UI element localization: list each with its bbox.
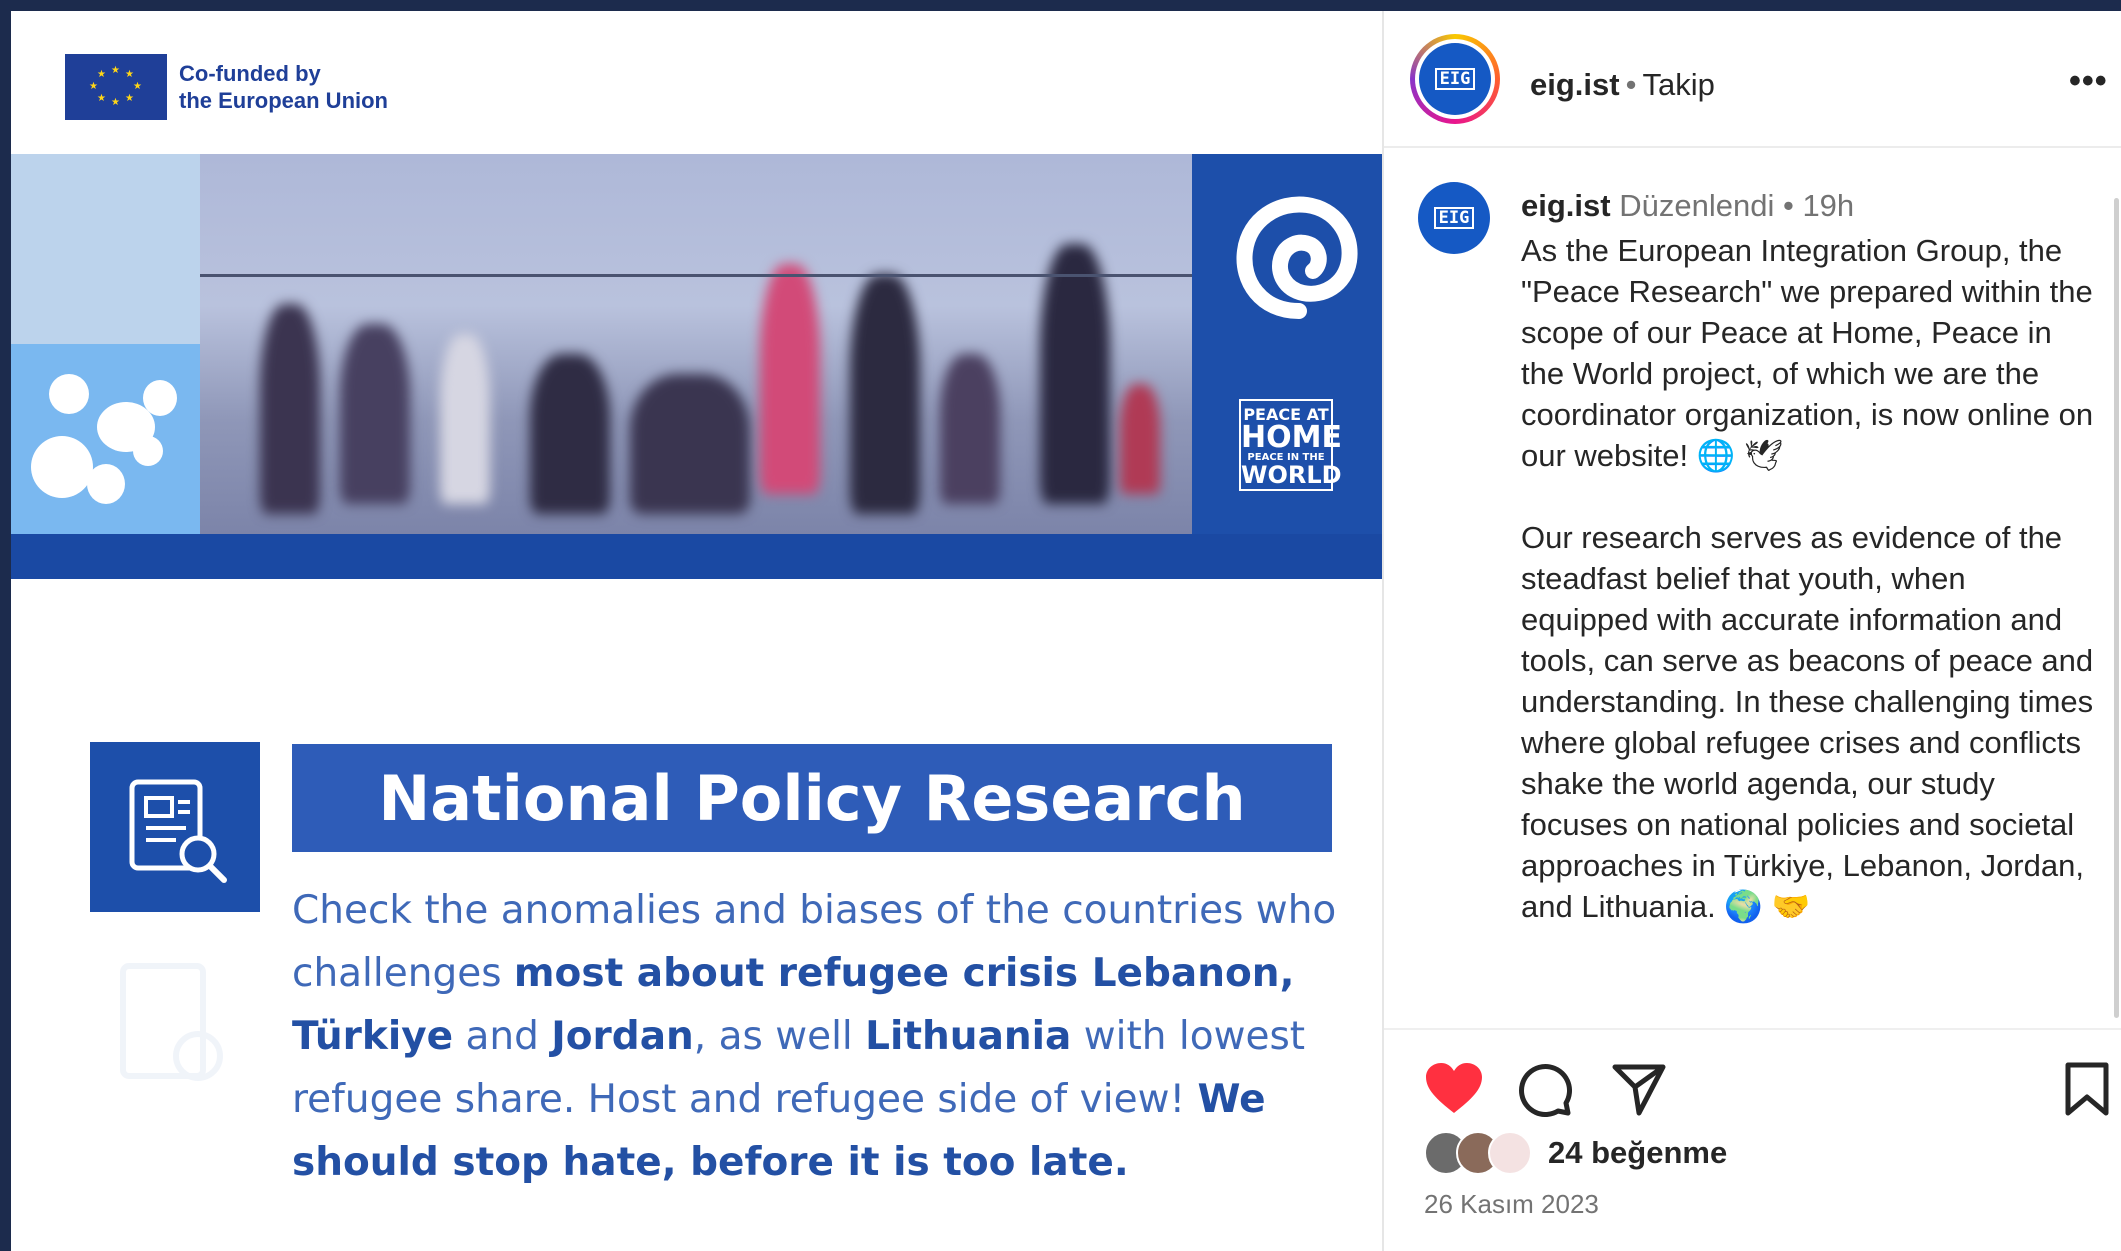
banner: PEACE AT HOME PEACE IN THE WORLD: [11, 154, 1382, 579]
story-ring[interactable]: EIG: [1410, 34, 1500, 124]
eu-logo-line1: Co-funded by: [179, 61, 321, 86]
comment-icon[interactable]: [1516, 1061, 1572, 1117]
spiral-logo-icon: [1236, 196, 1358, 319]
eu-flag-icon: ★ ★ ★ ★ ★ ★ ★ ★: [65, 54, 167, 120]
post-time[interactable]: 19h: [1802, 188, 1854, 223]
caption-scrollbar[interactable]: [2114, 198, 2119, 1018]
liker-avatar: [1488, 1131, 1532, 1175]
post-header: EIG eig.ist • Takip •••: [1384, 11, 2121, 148]
likes-summary[interactable]: 24 beğenme: [1424, 1131, 1727, 1175]
send-icon[interactable]: [1611, 1061, 1667, 1117]
post-sidebar: EIG eig.ist • Takip ••• EIG eig.ist Düzenl…: [1384, 11, 2121, 1251]
bubbles-graphic: [11, 344, 200, 534]
likes-count[interactable]: 24 beğenme: [1548, 1135, 1727, 1171]
caption-text: As the European Integration Group, the "…: [1521, 230, 2101, 968]
bookmark-icon[interactable]: [2064, 1061, 2110, 1117]
instagram-post-dialog: ★ ★ ★ ★ ★ ★ ★ ★ Co-funded by the Europea…: [11, 11, 2121, 1251]
caption-paragraph: Our research serves as evidence of the s…: [1521, 520, 2102, 924]
post-image-title: National Policy Research: [292, 744, 1332, 852]
refugee-photo: [200, 154, 1192, 534]
post-image-body-text: Check the anomalies and biases of the co…: [292, 888, 1337, 1185]
caption-avatar[interactable]: EIG: [1418, 182, 1490, 254]
caption-paragraph: As the European Integration Group, the "…: [1521, 233, 2102, 473]
header-username[interactable]: eig.ist: [1530, 67, 1620, 102]
post-date: 26 Kasım 2023: [1424, 1189, 1599, 1219]
document-watermark-icon: [120, 963, 223, 1081]
heart-icon[interactable]: [1424, 1061, 1484, 1117]
peace-at-home-logo: PEACE AT HOME PEACE IN THE WORLD: [1239, 399, 1342, 491]
eu-logo-line2: the European Union: [179, 88, 388, 113]
post-image[interactable]: ★ ★ ★ ★ ★ ★ ★ ★ Co-funded by the Europea…: [11, 11, 1382, 1251]
caption-username[interactable]: eig.ist: [1521, 188, 1611, 223]
avatar[interactable]: EIG: [1419, 43, 1491, 115]
caption-area: EIG eig.ist Düzenlendi • 19h As the Euro…: [1384, 148, 2121, 1028]
follow-button[interactable]: Takip: [1642, 67, 1714, 102]
barbed-wire: [200, 274, 1192, 277]
document-search-icon: [90, 742, 260, 912]
eu-cofunded-logo: ★ ★ ★ ★ ★ ★ ★ ★ Co-funded by the Europea…: [65, 54, 388, 120]
edited-label: Düzenlendi: [1619, 188, 1775, 223]
more-options-icon[interactable]: •••: [2069, 64, 2108, 98]
